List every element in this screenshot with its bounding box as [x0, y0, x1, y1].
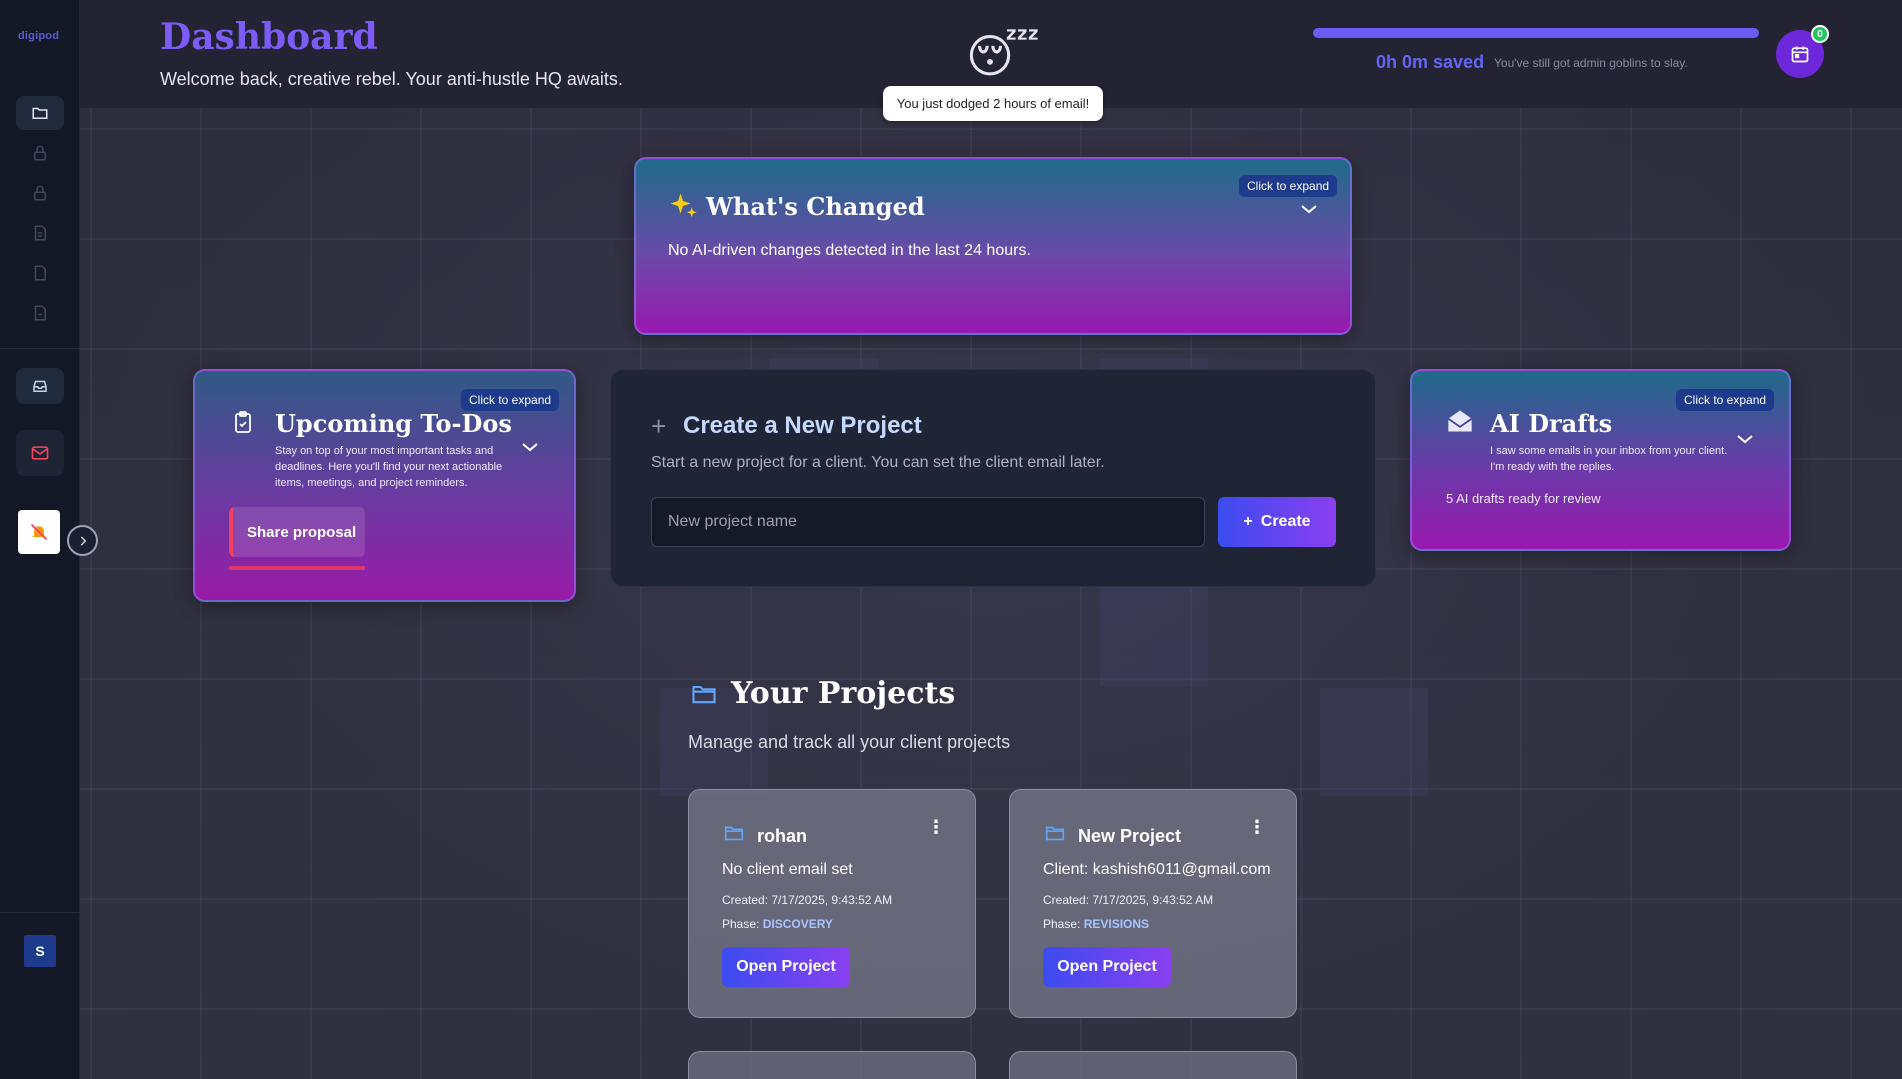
- ai-drafts-status: 5 AI drafts ready for review: [1446, 491, 1601, 506]
- project-phase-value: DISCOVERY: [762, 917, 833, 931]
- project-card[interactable]: rohan ⋮ No client email set Created: 7/1…: [688, 789, 976, 1018]
- projects-title: Your Projects: [731, 676, 956, 711]
- sidebar-item-inbox[interactable]: [16, 368, 64, 404]
- open-project-button[interactable]: Open Project: [722, 947, 850, 987]
- sleepy-emoji-icon[interactable]: 😴: [966, 28, 1040, 84]
- create-project-description: Start a new project for a client. You ca…: [651, 454, 1105, 471]
- project-created: Created: 7/17/2025, 9:43:52 AM: [722, 893, 893, 907]
- time-saved-note: You've still got admin goblins to slay.: [1494, 56, 1688, 70]
- folder-icon: [724, 826, 744, 841]
- emoji-toast: You just dodged 2 hours of email!: [883, 86, 1103, 121]
- create-project-title: Create a New Project: [683, 412, 922, 439]
- user-avatar[interactable]: S: [24, 935, 56, 967]
- sidebar-expand-button[interactable]: [67, 525, 98, 556]
- todos-expand-hint[interactable]: Click to expand: [461, 389, 560, 411]
- app-logo[interactable]: digipod: [18, 30, 59, 42]
- ai-drafts-title: AI Drafts: [1490, 409, 1613, 438]
- project-card-partial[interactable]: [1009, 1051, 1297, 1079]
- sparkles-icon: [670, 193, 697, 218]
- sidebar-divider: [0, 348, 80, 349]
- plus-icon: +: [651, 411, 667, 441]
- chevron-down-icon[interactable]: [1736, 433, 1754, 445]
- project-phase: Phase: DISCOVERY: [722, 917, 833, 931]
- chevron-right-icon: [80, 535, 86, 546]
- sidebar-item-locked-2[interactable]: [16, 176, 64, 210]
- page-subtitle: Welcome back, creative rebel. Your anti-…: [160, 69, 623, 89]
- project-name: rohan: [757, 826, 808, 846]
- document-icon: [34, 305, 46, 321]
- projects-subtitle: Manage and track all your client project…: [688, 732, 1011, 752]
- project-name: New Project: [1078, 826, 1182, 846]
- whats-changed-card[interactable]: Click to expand What's Changed No AI-dri…: [634, 157, 1352, 335]
- notifications-muted-button[interactable]: [18, 510, 60, 554]
- create-button-label: Create: [1260, 513, 1311, 530]
- sidebar-item-doc-1[interactable]: [16, 216, 64, 250]
- create-project-button[interactable]: + Create: [1218, 497, 1336, 547]
- folder-icon: [32, 107, 48, 119]
- ai-drafts-expand-hint[interactable]: Click to expand: [1676, 389, 1775, 411]
- more-vertical-icon[interactable]: ⋮: [927, 818, 945, 836]
- calendar-badge: 0: [1811, 25, 1829, 43]
- sidebar-bottom-divider: [0, 912, 80, 913]
- ai-drafts-description: I saw some emails in your inbox from you…: [1490, 445, 1728, 473]
- page-title: Dashboard: [160, 16, 378, 58]
- ai-drafts-card[interactable]: Click to expand AI Drafts I saw some ema…: [1410, 369, 1791, 551]
- sidebar-item-projects[interactable]: [16, 96, 64, 130]
- todo-item[interactable]: Share proposal: [229, 507, 365, 557]
- sidebar-item-doc-2[interactable]: [16, 256, 64, 290]
- clipboard-check-icon: [235, 411, 251, 433]
- project-phase: Phase: REVISIONS: [1043, 917, 1150, 931]
- create-project-card: + Create a New Project Start a new proje…: [610, 369, 1376, 587]
- project-client: Client: kashish6011@gmail.com: [1043, 861, 1271, 878]
- chevron-down-icon[interactable]: [1300, 203, 1318, 215]
- todos-description: Stay on top of your most important tasks…: [275, 445, 503, 489]
- todos-card[interactable]: Click to expand Upcoming To-Dos Stay on …: [193, 369, 576, 602]
- whats-changed-title: What's Changed: [706, 192, 925, 221]
- time-saved-label: 0h 0m saved: [1376, 52, 1485, 72]
- project-card-partial[interactable]: [688, 1051, 976, 1079]
- chevron-down-icon[interactable]: [521, 441, 539, 453]
- todo-item-next[interactable]: [229, 566, 365, 570]
- lock-icon: [34, 145, 46, 161]
- project-name-input[interactable]: [651, 497, 1205, 547]
- progress-fill: [1313, 28, 1759, 38]
- mail-icon: [31, 446, 49, 460]
- sidebar-item-locked-1[interactable]: [16, 136, 64, 170]
- folder-icon: [692, 685, 716, 704]
- project-created: Created: 7/17/2025, 9:43:52 AM: [1043, 893, 1214, 907]
- plus-icon: +: [1243, 513, 1253, 530]
- inbox-icon: [33, 380, 47, 392]
- top-header: Dashboard Welcome back, creative rebel. …: [80, 0, 1902, 121]
- mail-open-icon: [1447, 410, 1473, 432]
- time-saved-progress: [1313, 28, 1759, 38]
- whats-changed-text: No AI-driven changes detected in the las…: [668, 242, 1031, 259]
- document-icon: [34, 225, 46, 241]
- whats-changed-expand-hint[interactable]: Click to expand: [1239, 175, 1338, 197]
- todos-title: Upcoming To-Dos: [275, 409, 512, 438]
- sidebar-item-email[interactable]: [16, 430, 64, 476]
- bell-off-icon: [30, 523, 48, 541]
- open-project-button[interactable]: Open Project: [1043, 947, 1171, 987]
- more-vertical-icon[interactable]: ⋮: [1248, 818, 1266, 836]
- folder-icon: [1045, 826, 1065, 841]
- lock-icon: [34, 185, 46, 201]
- calendar-icon: [1791, 46, 1809, 63]
- project-client: No client email set: [722, 861, 853, 878]
- project-card[interactable]: New Project ⋮ Client: kashish6011@gmail.…: [1009, 789, 1297, 1018]
- sidebar-item-doc-3[interactable]: [16, 296, 64, 330]
- document-icon: [34, 265, 46, 281]
- project-phase-value: REVISIONS: [1083, 917, 1150, 931]
